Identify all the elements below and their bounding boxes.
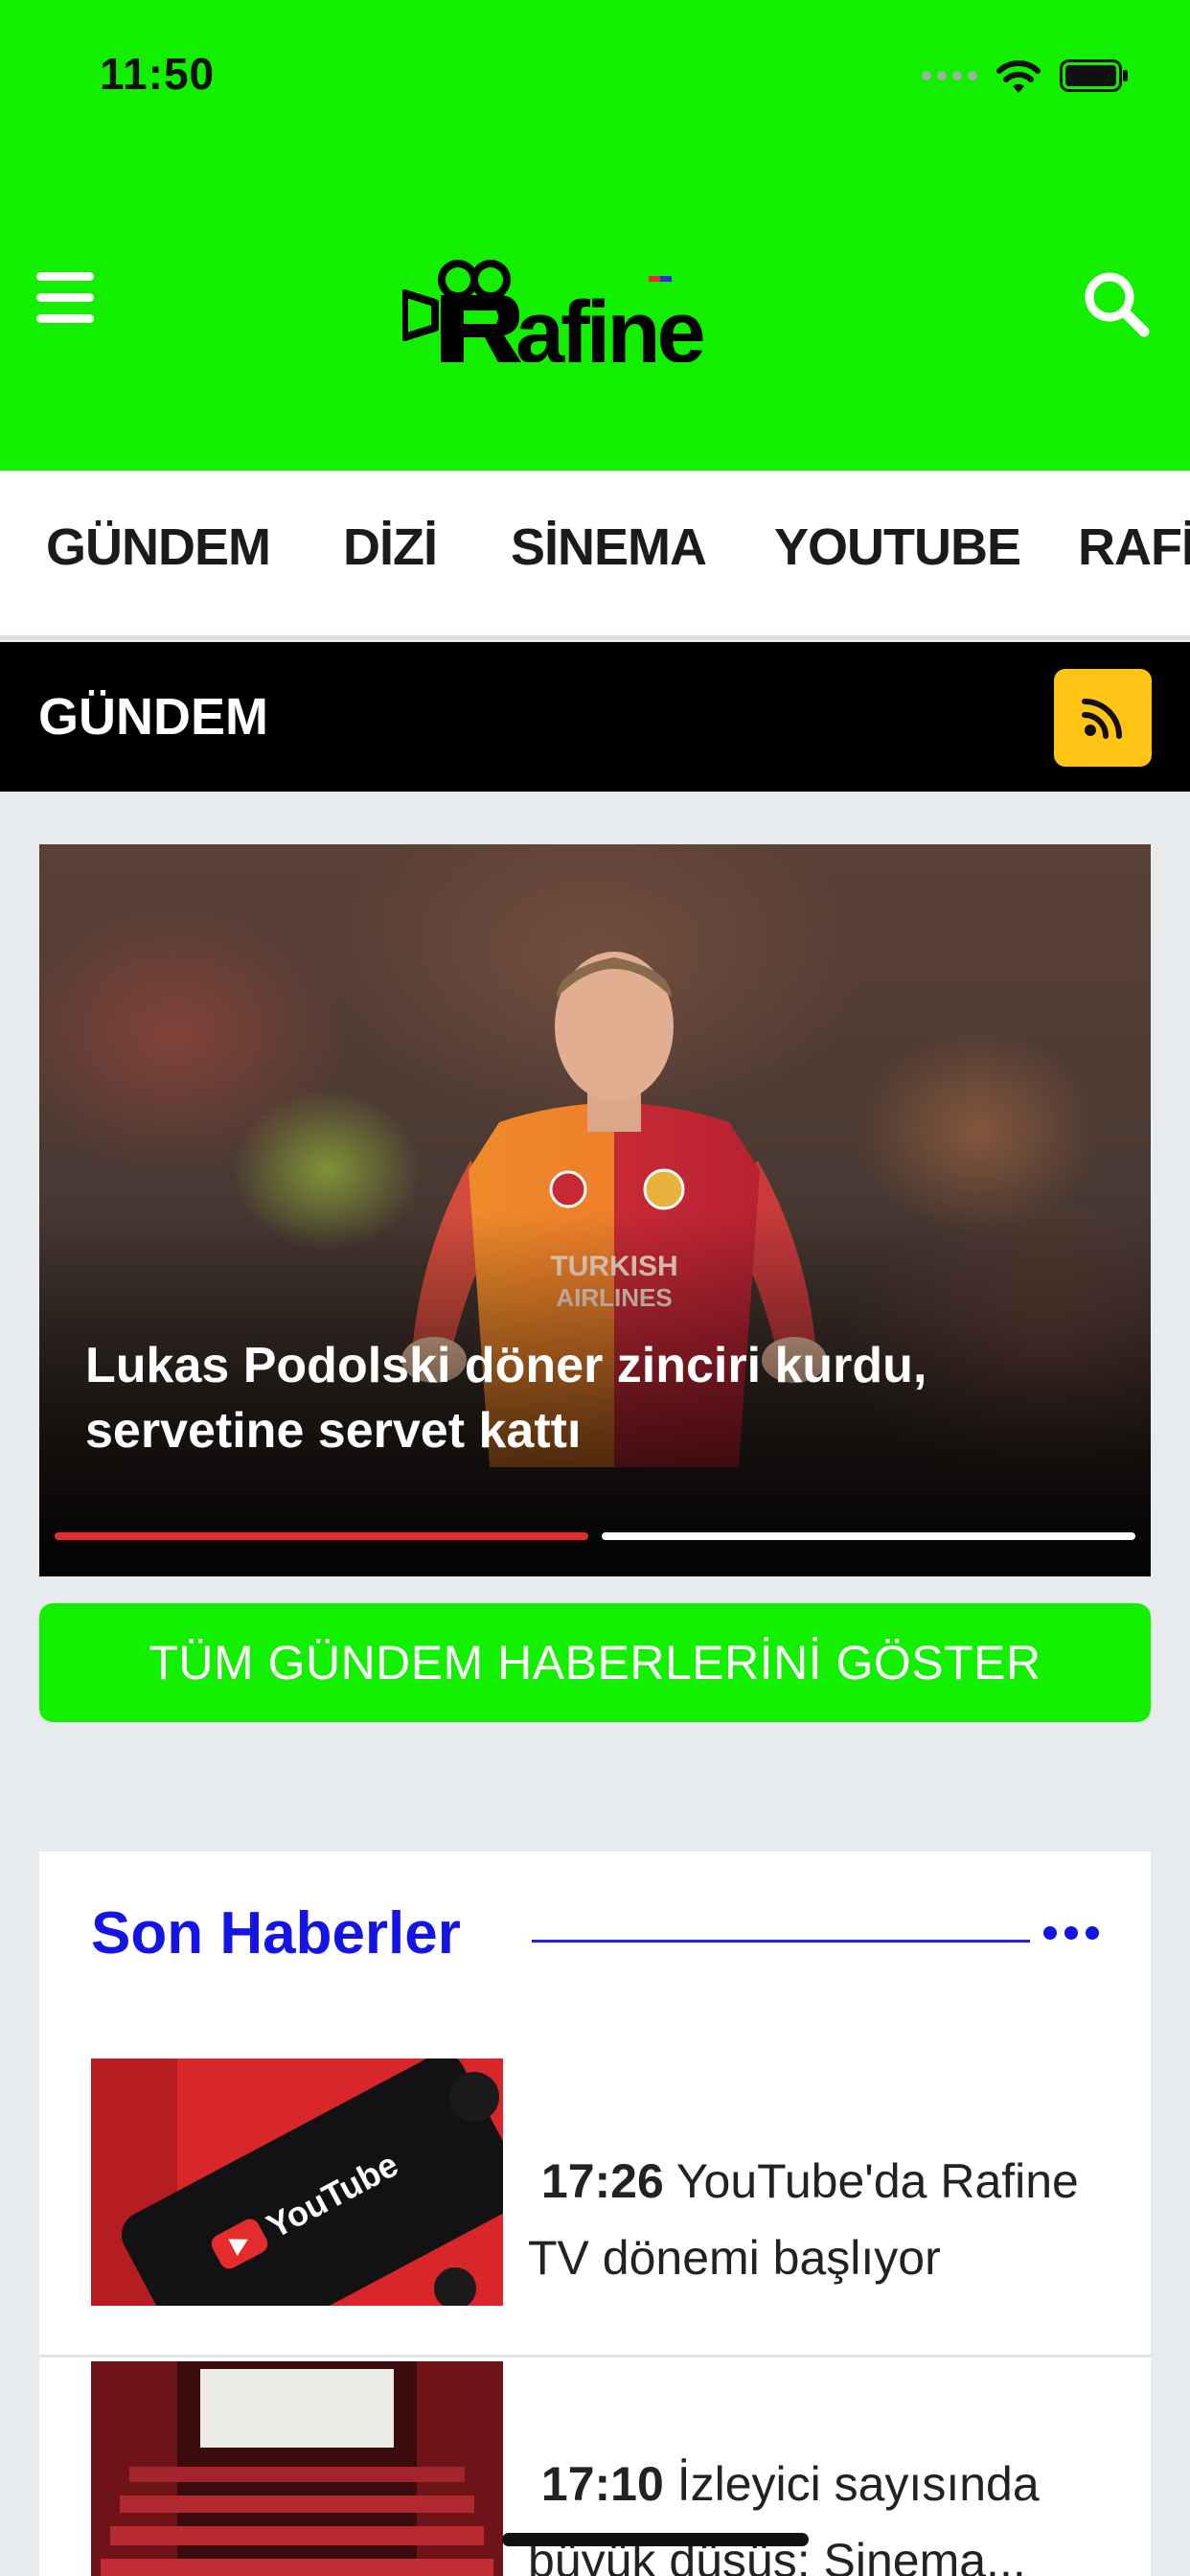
cellular-signal-icon [922, 71, 977, 80]
tab-sinema[interactable]: SİNEMA [511, 471, 707, 635]
category-tabs: GÜNDEM DİZİ SİNEMA YOUTUBE RAFİ [0, 471, 1190, 639]
section-title: GÜNDEM [38, 688, 268, 746]
hero-caption: Lukas Podolski döner zinciri kurdu, serv… [85, 1333, 1101, 1463]
tab-gundem[interactable]: GÜNDEM [46, 471, 271, 635]
latest-news-card: Son Haberler YouTube 17:26 YouTube'da Ra… [39, 1852, 1151, 2576]
rafine-logo[interactable]: afine [402, 257, 786, 362]
status-time: 11:50 [100, 49, 216, 99]
hero-caption-line1: Lukas Podolski döner zinciri kurdu, [85, 1338, 927, 1393]
top-header: 11:50 afine [0, 0, 1190, 471]
section-header: GÜNDEM [0, 642, 1190, 792]
slide-progress [55, 1532, 1135, 1540]
hamburger-menu-icon[interactable] [36, 272, 96, 326]
news-time: 17:10 [540, 2457, 664, 2511]
status-icons [922, 52, 1129, 100]
svg-text:afine: afine [515, 284, 704, 362]
hero-caption-line2: servetine servet kattı [85, 1403, 582, 1459]
more-options-icon[interactable] [1043, 1926, 1099, 1940]
search-icon[interactable] [1081, 268, 1152, 339]
cinema-hall-image [91, 2361, 503, 2576]
news-item-text: 17:10 İzleyici sayısında büyük düşüş: Si… [528, 2446, 1122, 2576]
divider [532, 1940, 1030, 1943]
news-time: 17:26 [540, 2154, 664, 2208]
tab-dizi[interactable]: DİZİ [343, 471, 438, 635]
battery-icon [1060, 59, 1128, 92]
slide-indicator-2[interactable] [602, 1532, 1135, 1540]
tab-youtube[interactable]: YOUTUBE [774, 471, 1021, 635]
latest-news-title: Son Haberler [91, 1900, 461, 1966]
show-all-news-button[interactable]: TÜM GÜNDEM HABERLERİNİ GÖSTER [39, 1603, 1151, 1722]
news-item-text: 17:26 YouTube'da Rafine TV dönemi başlıy… [528, 2143, 1122, 2296]
news-list-item[interactable]: YouTube 17:26 YouTube'da Rafine TV dönem… [39, 2058, 1151, 2358]
rss-button[interactable] [1054, 669, 1152, 767]
home-indicator[interactable] [502, 2533, 809, 2546]
tab-rafine[interactable]: RAFİ [1078, 471, 1190, 635]
rss-icon [1082, 699, 1122, 739]
slide-indicator-1[interactable] [55, 1532, 588, 1540]
wifi-icon [996, 60, 1041, 93]
youtube-phone-image: YouTube [91, 2058, 503, 2306]
hero-slider[interactable]: TURKISH AIRLINES Lukas Podolski döner zi… [39, 844, 1151, 1576]
